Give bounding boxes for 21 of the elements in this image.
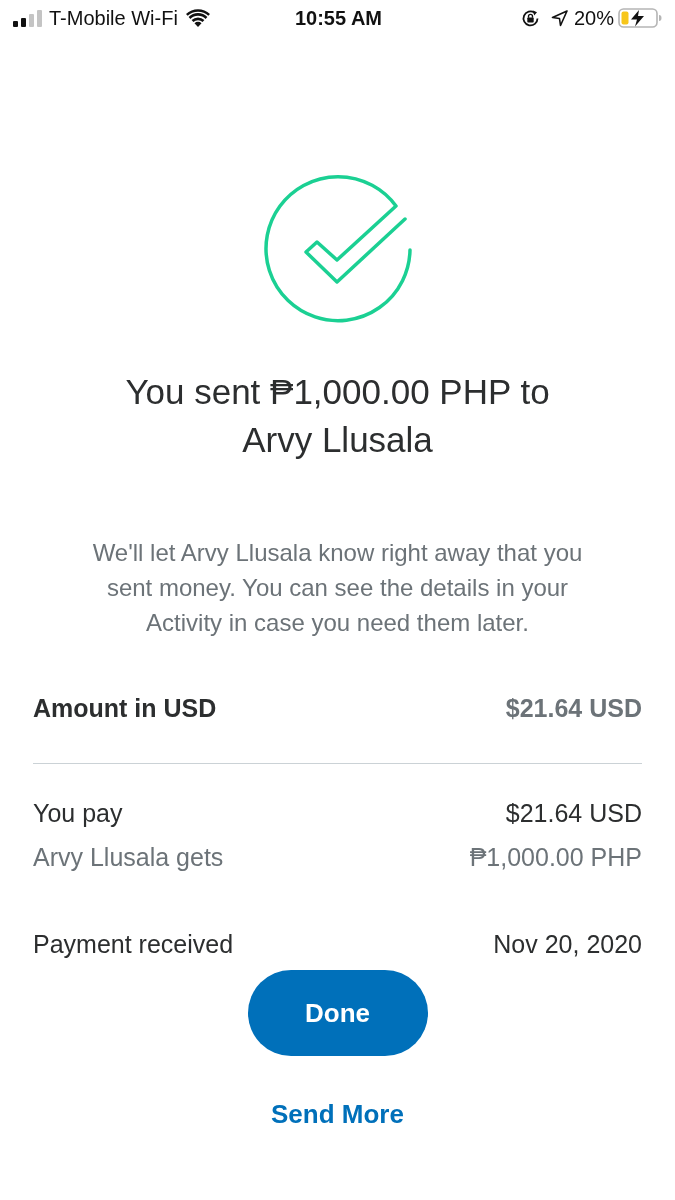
confirmation-title: You sent ₱1,000.00 PHP to Arvy Llusala <box>124 371 551 461</box>
detail-value: $21.64 USD <box>505 798 642 828</box>
amount-label: Amount in USD <box>33 693 217 723</box>
detail-label: Arvy Llusala gets <box>33 842 224 872</box>
battery-percent-text: 20% <box>573 6 614 30</box>
signal-icon <box>13 9 42 27</box>
wifi-icon <box>185 9 210 27</box>
detail-label: Payment received <box>33 929 234 958</box>
success-check-icon <box>262 174 413 324</box>
location-arrow-icon <box>550 9 568 27</box>
done-button[interactable]: Done <box>247 970 428 1056</box>
detail-value: Nov 20, 2020 <box>493 929 642 958</box>
confirmation-message: We'll let Arvy Llusala know right away that you sent money. You can see the details in your Activity in case you need them later. <box>91 538 584 638</box>
carrier-text: T-Mobile Wi-Fi <box>49 6 178 30</box>
rotation-lock-icon <box>520 8 540 28</box>
battery-icon <box>618 8 662 28</box>
amount-value: $21.64 USD <box>505 693 642 723</box>
clock-text: 10:55 AM <box>294 6 383 30</box>
detail-label: You pay <box>33 798 123 828</box>
detail-value: ₱1,000.00 PHP <box>469 842 642 872</box>
send-more-link[interactable]: Send More <box>271 1099 404 1129</box>
